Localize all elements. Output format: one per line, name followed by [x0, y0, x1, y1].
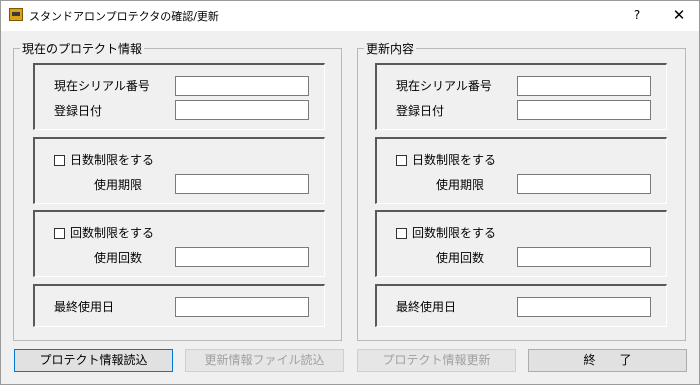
update-last-used-field[interactable]	[517, 297, 651, 317]
checkbox-box[interactable]	[396, 227, 407, 239]
current-count-limit-label: 回数制限をする	[70, 226, 155, 240]
update-count-limit-label: 回数制限をする	[412, 226, 497, 240]
checkbox-box[interactable]	[396, 154, 407, 166]
current-serial-panel: 現在シリアル番号 登録日付	[33, 63, 325, 130]
current-count-field[interactable]	[175, 247, 309, 267]
current-day-limit-checkbox[interactable]: 日数制限をする	[54, 152, 154, 168]
current-last-used-label: 最終使用日	[54, 300, 115, 314]
app-icon	[9, 8, 23, 21]
close-button[interactable]: ✕	[665, 4, 693, 26]
current-registered-label: 登録日付	[54, 104, 103, 118]
current-count-limit-checkbox[interactable]: 回数制限をする	[54, 225, 154, 241]
current-count-label: 使用回数	[94, 251, 143, 265]
update-last-used-panel: 最終使用日	[375, 284, 667, 327]
help-button[interactable]: ?	[623, 4, 651, 26]
window-title: スタンドアロンプロテクタの確認/更新	[29, 10, 219, 23]
update-serial-panel: 現在シリアル番号 登録日付	[375, 63, 667, 130]
update-registered-label: 登録日付	[396, 104, 445, 118]
update-day-limit-panel: 日数制限をする 使用期限	[375, 137, 667, 204]
current-expiry-field[interactable]	[175, 174, 309, 194]
update-last-used-label: 最終使用日	[396, 300, 457, 314]
current-info-title: 現在のプロテクト情報	[20, 40, 145, 57]
update-count-label: 使用回数	[436, 251, 485, 265]
dialog-window: スタンドアロンプロテクタの確認/更新 ? ✕ 現在のプロテクト情報 現在シリアル…	[0, 0, 700, 385]
update-serial-label: 現在シリアル番号	[396, 79, 492, 93]
current-registered-field[interactable]	[175, 100, 309, 120]
current-serial-label: 現在シリアル番号	[54, 79, 150, 93]
update-count-limit-panel: 回数制限をする 使用回数	[375, 210, 667, 277]
update-day-limit-checkbox[interactable]: 日数制限をする	[396, 152, 496, 168]
update-registered-field[interactable]	[517, 100, 651, 120]
current-count-limit-panel: 回数制限をする 使用回数	[33, 210, 325, 277]
update-day-limit-label: 日数制限をする	[412, 153, 497, 167]
checkbox-box[interactable]	[54, 227, 65, 239]
current-day-limit-panel: 日数制限をする 使用期限	[33, 137, 325, 204]
update-expiry-label: 使用期限	[436, 178, 485, 192]
update-count-field[interactable]	[517, 247, 651, 267]
current-serial-field[interactable]	[175, 76, 309, 96]
read-update-file-button[interactable]: 更新情報ファイル読込	[185, 349, 344, 372]
current-expiry-label: 使用期限	[94, 178, 143, 192]
exit-button[interactable]: 終 了	[528, 349, 687, 372]
checkbox-box[interactable]	[54, 154, 65, 166]
current-last-used-field[interactable]	[175, 297, 309, 317]
title-bar: スタンドアロンプロテクタの確認/更新 ? ✕	[1, 1, 699, 31]
update-serial-field[interactable]	[517, 76, 651, 96]
update-expiry-field[interactable]	[517, 174, 651, 194]
update-count-limit-checkbox[interactable]: 回数制限をする	[396, 225, 496, 241]
update-info-title: 更新内容	[364, 40, 417, 57]
read-protect-button[interactable]: プロテクト情報読込	[14, 349, 173, 372]
current-day-limit-label: 日数制限をする	[70, 153, 155, 167]
update-protect-button[interactable]: プロテクト情報更新	[357, 349, 516, 372]
current-last-used-panel: 最終使用日	[33, 284, 325, 327]
